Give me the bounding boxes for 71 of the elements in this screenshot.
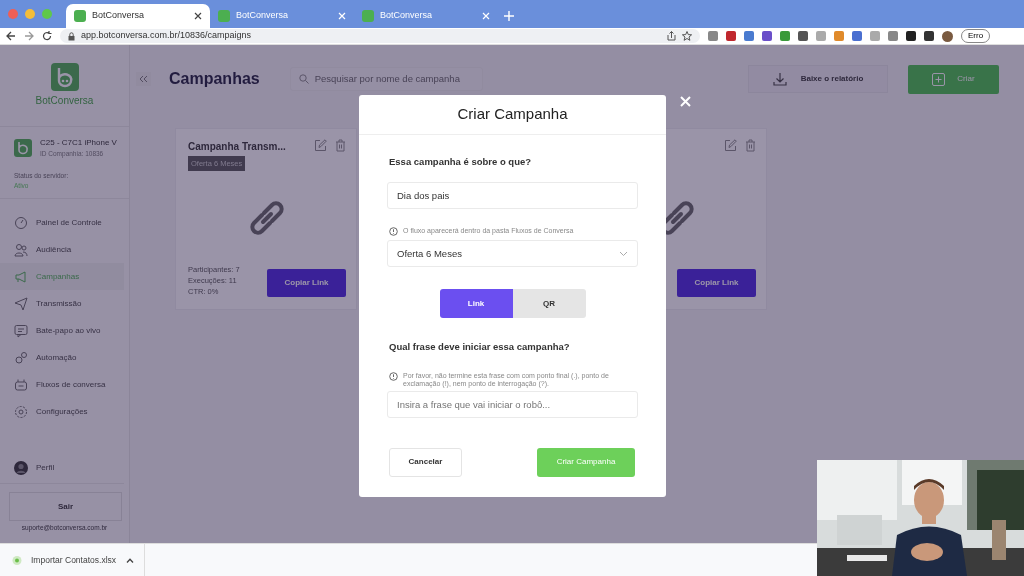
flow-select[interactable]: Oferta 6 Meses	[387, 240, 638, 268]
trash-icon[interactable]	[335, 139, 346, 152]
cancel-button[interactable]: Cancelar	[389, 447, 462, 477]
text-field[interactable]: Dia dos pais	[387, 182, 638, 210]
close-icon	[680, 96, 691, 107]
edit-icon[interactable]	[314, 139, 327, 152]
lock-icon	[68, 31, 75, 41]
question-label: Qual frase deve iniciar essa campanha?	[389, 340, 571, 355]
favicon-icon	[74, 10, 86, 22]
account-logo-icon	[14, 138, 32, 157]
new-tab-icon[interactable]	[504, 11, 514, 21]
brand-name: BotConversa	[35, 94, 94, 108]
download-icon	[772, 72, 787, 86]
address-bar[interactable]: app.botconversa.com.br/10836/campaigns	[60, 29, 700, 43]
download-item[interactable]: Importar Contatos.xlsx	[0, 543, 145, 576]
toggle-option[interactable]: Link	[439, 289, 513, 319]
sidebar-item[interactable]: Automação	[0, 344, 124, 372]
profile-link[interactable]: Perfil	[0, 452, 124, 485]
robot-icon	[14, 377, 28, 392]
avatar-icon[interactable]	[942, 30, 953, 42]
close-icon[interactable]	[194, 12, 202, 20]
chevron-down-icon	[619, 250, 628, 257]
logo-icon	[50, 63, 79, 91]
search-icon	[298, 74, 309, 84]
sidebar-item[interactable]: Fluxos de conversa	[0, 371, 124, 399]
gears-icon	[14, 350, 28, 365]
plus-square-icon	[932, 72, 946, 86]
question-label: Essa campanha é sobre o que?	[389, 155, 533, 169]
trash-icon[interactable]	[745, 139, 756, 152]
modal-title: Criar Campanha	[359, 95, 666, 135]
browser-tab[interactable]: BotConversa	[66, 4, 210, 28]
toggle-option[interactable]: QR	[512, 289, 586, 319]
gauge-icon	[14, 215, 28, 230]
account-name: C25 - C7C1 iPhone V	[40, 137, 117, 149]
sidebar-item[interactable]: Transmissão	[0, 290, 124, 318]
info-icon	[389, 227, 398, 237]
paper-plane-icon	[14, 296, 28, 311]
sidebar-item[interactable]: Bate-papo ao vivo	[0, 317, 124, 345]
favicon-icon	[218, 10, 230, 22]
phrase-field[interactable]: Insira a frase que vai iniciar o robô...	[387, 390, 638, 418]
sidebar-item[interactable]: Painel de Controle	[0, 209, 124, 237]
user-icon	[14, 460, 28, 475]
close-button[interactable]	[680, 96, 691, 107]
users-icon	[14, 242, 28, 257]
copy-link-button[interactable]: Copiar Link	[267, 269, 346, 297]
download-report-button[interactable]: Baixe o relatório	[748, 65, 888, 93]
profile-button[interactable]: Erro	[961, 29, 991, 43]
search-field[interactable]: Pesquisar por nome de campanha	[289, 67, 483, 91]
forward-icon[interactable]	[24, 31, 34, 41]
share-icon[interactable]	[667, 31, 676, 41]
star-icon[interactable]	[682, 31, 692, 41]
double-chevron-icon	[139, 75, 148, 83]
sidebar-item[interactable]: Audiência	[0, 236, 124, 264]
back-icon[interactable]	[6, 31, 16, 41]
settings-icon	[14, 404, 28, 419]
edit-icon[interactable]	[724, 139, 737, 152]
file-icon	[12, 554, 22, 566]
caret-up-icon	[126, 557, 134, 563]
chat-icon	[14, 323, 28, 338]
browser-tab[interactable]: BotConversa	[354, 4, 498, 28]
collapse-button[interactable]	[136, 72, 151, 86]
reload-icon[interactable]	[42, 31, 52, 41]
logout-button[interactable]: Sair	[9, 492, 122, 522]
megaphone-icon	[14, 269, 28, 284]
campaign-title: Campanha Transm...	[188, 140, 287, 154]
browser-tab[interactable]: BotConversa	[210, 4, 354, 28]
page-title: Campanhas	[169, 69, 260, 89]
favicon-icon	[362, 10, 374, 22]
sidebar-item[interactable]: Configurações	[0, 398, 124, 426]
copy-link-button[interactable]: Copiar Link	[677, 269, 756, 297]
info-icon	[389, 371, 398, 381]
